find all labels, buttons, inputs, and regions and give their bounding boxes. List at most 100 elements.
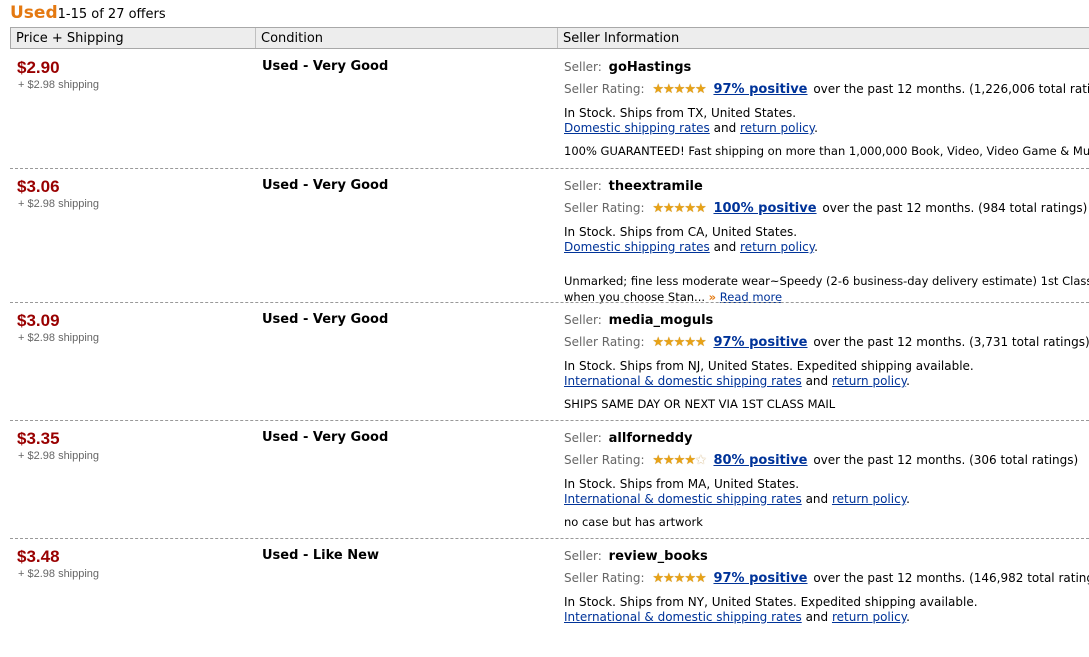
seller-label: Seller: [564,549,602,563]
seller-rating-label: Seller Rating: [564,335,645,349]
shipping-links: Domestic shipping rates and return polic… [564,121,818,135]
shipping-links: International & domestic shipping rates … [564,374,910,388]
shipping-rates-link[interactable]: International & domestic shipping rates [564,374,802,388]
period-text: . [814,121,818,135]
shipping-links: Domestic shipping rates and return polic… [564,240,818,254]
and-text: and [713,121,737,135]
offer-row: $3.06 + $2.98 shipping Used - Very Good … [10,177,1089,304]
and-text: and [805,610,829,624]
offer-price: $3.48 [17,547,60,566]
shipping-cost: + $2.98 shipping [18,568,100,580]
seller-rating-line: Seller Rating: ★★★★★ 80% positive over t… [564,453,1078,468]
rating-summary: over the past 12 months. (306 total rati… [813,453,1079,467]
stock-status: In Stock. Ships from NY, United States. … [564,595,978,609]
seller-comment: Unmarked; fine less moderate wear~Speedy… [564,274,1089,288]
offer-condition: Used - Very Good [262,312,389,327]
seller-label: Seller: [564,179,602,193]
column-header-seller: Seller Information [563,31,680,46]
shipping-links: International & domestic shipping rates … [564,492,910,506]
condition-heading: Used [10,3,58,23]
shipping-cost: + $2.98 shipping [18,450,100,462]
shipping-cost: + $2.98 shipping [18,79,100,91]
row-divider [10,420,1089,421]
seller-line: Seller: media_moguls [564,313,713,328]
shipping-cost: + $2.98 shipping [18,198,100,210]
seller-line: Seller: goHastings [564,60,691,75]
star-rating-icon: ★★★★★ [652,571,706,586]
shipping-rates-link[interactable]: International & domestic shipping rates [564,610,802,624]
period-text: . [906,492,910,506]
seller-name: goHastings [608,60,692,75]
offers-table-header: Price + Shipping Condition Seller Inform… [10,27,1089,49]
and-text: and [805,492,829,506]
shipping-links: International & domestic shipping rates … [564,610,910,624]
period-text: . [814,240,818,254]
offer-condition: Used - Very Good [262,178,389,193]
return-policy-link[interactable]: return policy [832,374,906,388]
seller-rating-line: Seller Rating: ★★★★★ 100% positive over … [564,201,1087,216]
offer-condition: Used - Very Good [262,59,389,74]
rating-summary: over the past 12 months. (146,982 total … [813,571,1089,585]
offer-count: 1-15 of 27 offers [57,7,166,22]
offer-row: $3.48 + $2.98 shipping Used - Like New S… [10,547,1089,657]
offer-row: $3.35 + $2.98 shipping Used - Very Good … [10,429,1089,539]
seller-rating-label: Seller Rating: [564,453,645,467]
and-text: and [805,374,829,388]
return-policy-link[interactable]: return policy [832,492,906,506]
seller-comment: 100% GUARANTEED! Fast shipping on more t… [564,144,1089,158]
shipping-rates-link[interactable]: Domestic shipping rates [564,121,710,135]
shipping-rates-link[interactable]: Domestic shipping rates [564,240,710,254]
return-policy-link[interactable]: return policy [740,121,814,135]
column-header-price: Price + Shipping [11,28,256,48]
seller-label: Seller: [564,431,602,445]
star-rating-icon: ★★★★★ [652,335,706,350]
return-policy-link[interactable]: return policy [740,240,814,254]
positive-feedback-link[interactable]: 100% positive [713,201,816,216]
seller-line: Seller: allforneddy [564,431,693,446]
star-rating-icon: ★★★★★ [652,82,706,97]
period-text: . [906,374,910,388]
offer-condition: Used - Like New [262,548,379,563]
stock-status: In Stock. Ships from CA, United States. [564,225,798,239]
column-header-condition: Condition [256,28,558,48]
offer-price: $3.35 [17,429,60,448]
offer-price: $2.90 [17,58,60,77]
seller-rating-label: Seller Rating: [564,82,645,96]
seller-rating-label: Seller Rating: [564,571,645,585]
positive-feedback-link[interactable]: 80% positive [713,453,807,468]
seller-name: media_moguls [608,313,714,328]
rating-summary: over the past 12 months. (984 total rati… [822,201,1088,215]
seller-name: allforneddy [608,431,693,446]
stock-status: In Stock. Ships from NJ, United States. … [564,359,974,373]
offers-title: Used1-15 of 27 offers [10,3,166,25]
star-rating-icon: ★★★★★ [652,453,706,468]
positive-feedback-link[interactable]: 97% positive [713,82,807,97]
row-divider [10,168,1089,169]
positive-feedback-link[interactable]: 97% positive [713,335,807,350]
seller-comment: SHIPS SAME DAY OR NEXT VIA 1ST CLASS MAI… [564,397,836,411]
seller-line: Seller: review_books [564,549,708,564]
seller-label: Seller: [564,313,602,327]
return-policy-link[interactable]: return policy [832,610,906,624]
seller-name: review_books [608,549,708,564]
star-rating-icon: ★★★★★ [652,201,706,216]
shipping-rates-link[interactable]: International & domestic shipping rates [564,492,802,506]
seller-rating-line: Seller Rating: ★★★★★ 97% positive over t… [564,82,1089,97]
stock-status: In Stock. Ships from MA, United States. [564,477,800,491]
seller-label: Seller: [564,60,602,74]
and-text: and [713,240,737,254]
offer-price: $3.06 [17,177,60,196]
stock-status: In Stock. Ships from TX, United States. [564,106,797,120]
seller-rating-label: Seller Rating: [564,201,645,215]
seller-line: Seller: theextramile [564,179,703,194]
rating-summary: over the past 12 months. (1,226,006 tota… [813,82,1089,96]
shipping-cost: + $2.98 shipping [18,332,100,344]
seller-comment: no case but has artwork [564,515,703,529]
offer-row: $3.09 + $2.98 shipping Used - Very Good … [10,311,1089,421]
positive-feedback-link[interactable]: 97% positive [713,571,807,586]
offer-row: $2.90 + $2.98 shipping Used - Very Good … [10,58,1089,168]
offer-price: $3.09 [17,311,60,330]
seller-rating-line: Seller Rating: ★★★★★ 97% positive over t… [564,335,1089,350]
period-text: . [906,610,910,624]
rating-summary: over the past 12 months. (3,731 total ra… [813,335,1089,349]
